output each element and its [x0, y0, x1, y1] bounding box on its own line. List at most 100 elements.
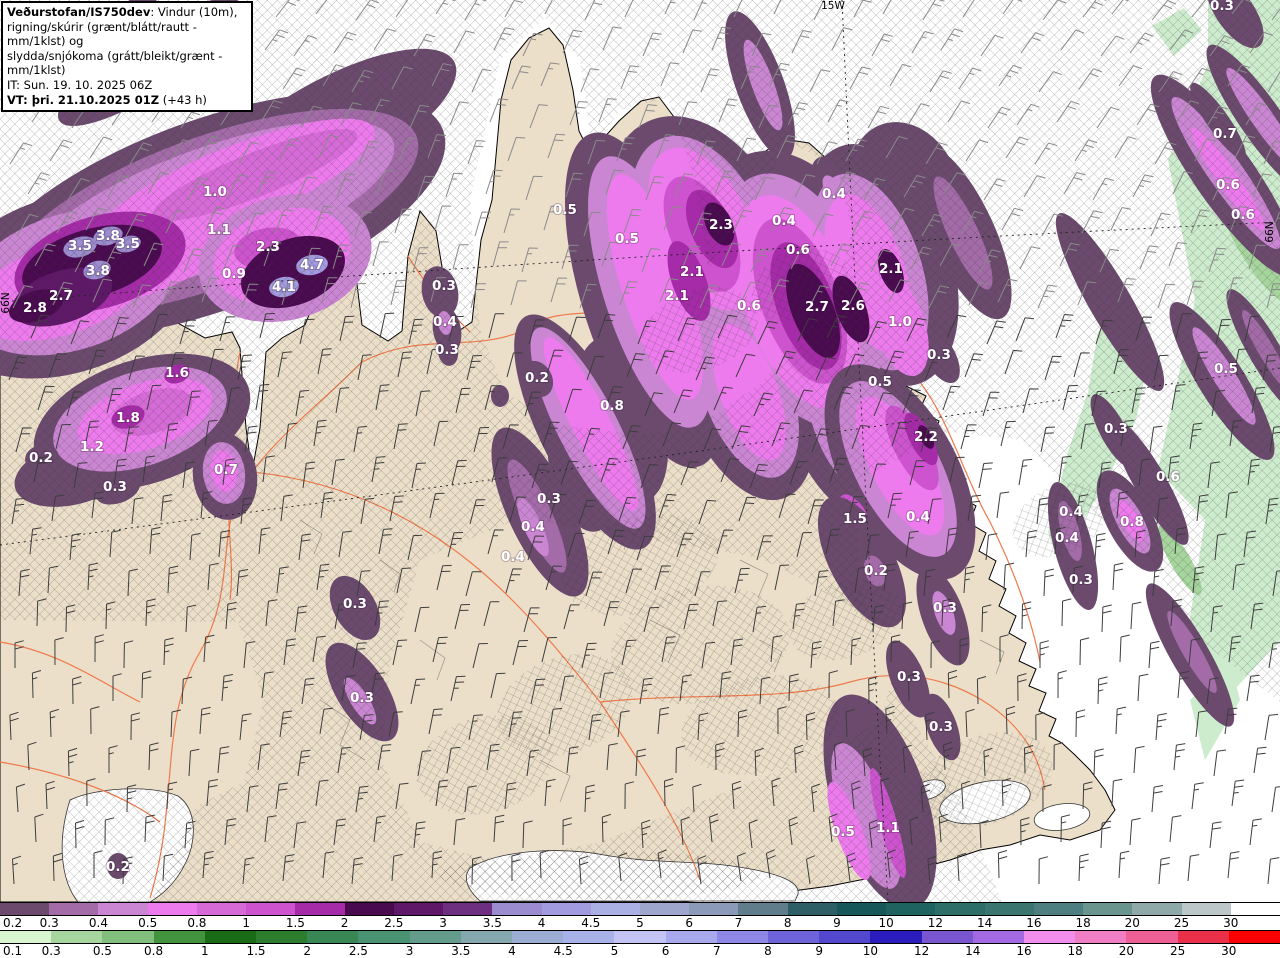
precip-value-label: 0.3: [537, 491, 561, 507]
colorbar-cell: [492, 903, 543, 915]
precip-value-label: 4.7: [300, 257, 324, 273]
colorbar-tick-label: 0.1: [3, 944, 23, 958]
precip-value-label: 0.6: [1216, 177, 1240, 193]
precip-value-label: 0.3: [1104, 421, 1128, 437]
colorbar-tick-label: 0.3: [39, 916, 59, 930]
colorbar-cell: [1075, 931, 1128, 943]
colorbar-tick-label: 12: [927, 916, 944, 930]
precip-value-label: 2.8: [23, 300, 47, 316]
colorbar-cell: [921, 931, 974, 943]
colorbar-cell: [147, 903, 198, 915]
colorbar-cell: [1126, 931, 1179, 943]
precip-value-label: 0.2: [864, 563, 888, 579]
colorbar-tick-label: 8: [783, 916, 792, 930]
colorbar-cell: [590, 903, 641, 915]
colorbar-cell: [344, 903, 395, 915]
precip-value-label: 0.4: [521, 519, 545, 535]
precip-value-label: 0.4: [433, 314, 457, 330]
precip-value-label: 1.2: [80, 439, 104, 455]
colorbar-cell: [295, 903, 346, 915]
colorbar-tick-label: 4.5: [553, 944, 573, 958]
colorbar-tick-label: 2.5: [348, 944, 368, 958]
colorbar-sleet-snow-labels: 0.2 0.3 0.4 0.5 0.8 1 1.5 2 2.5 3 3.5 4 4.5 5 6 7 8 9 10 12…: [0, 916, 1280, 930]
precip-value-label: 0.2: [106, 859, 130, 875]
graticule-label: 66N: [0, 292, 12, 313]
colorbar-cell: [870, 931, 923, 943]
colorbar-tick-label: 18: [1067, 944, 1083, 958]
colorbar-cell: [204, 931, 257, 943]
precip-value-label: 0.5: [553, 202, 577, 218]
precip-value-label: 0.3: [933, 600, 957, 616]
graticule-label: 66N: [1264, 221, 1276, 242]
colorbar-tick-label: 0.8: [187, 916, 207, 930]
precip-value-label: 0.4: [501, 549, 525, 565]
colorbar-tick-label: 9: [815, 944, 824, 958]
precip-value-label: 4.1: [272, 279, 296, 295]
colorbar-tick-label: 6: [661, 944, 670, 958]
colorbar-cell: [102, 931, 155, 943]
colorbar-tick-label: 16: [1026, 916, 1042, 930]
colorbar-cell: [984, 903, 1035, 915]
precip-value-label: 0.5: [831, 824, 855, 840]
precip-value-label: 2.1: [680, 264, 704, 280]
colorbar-tick-label: 4.5: [581, 916, 601, 930]
precip-value-label: 0.6: [1156, 469, 1180, 485]
colorbar-cell: [460, 931, 513, 943]
colorbar-cell: [307, 931, 360, 943]
colorbar-tick-label: 3: [405, 944, 414, 958]
colorbar-cell: [819, 931, 872, 943]
colorbar-cell: [1132, 903, 1183, 915]
colorbar-cell: [153, 931, 206, 943]
colorbar-tick-label: 25: [1169, 944, 1186, 958]
colorbar-tick-label: 9: [833, 916, 841, 930]
colorbar-tick-label: 30: [1221, 944, 1237, 958]
precip-value-label: 2.6: [841, 298, 865, 314]
precip-value-label: 1.8: [116, 410, 140, 426]
precip-value-label: 1.0: [888, 314, 912, 330]
precip-value-label: 1.6: [165, 365, 189, 381]
colorbar-rain-labels: 0.1 0.3 0.5 0.8 1 1.5 2 2.5 3 3.5 4 4.5 5 6 7 8 9 10 12 14 1…: [0, 944, 1280, 958]
precip-value-label: 0.3: [343, 596, 367, 612]
colorbar-tick-label: 5: [610, 944, 619, 958]
precip-value-label: 2.7: [805, 299, 829, 315]
colorbar-tick-label: 1: [200, 944, 209, 958]
precip-value-label: 0.6: [786, 242, 810, 258]
colorbar-cell: [640, 903, 691, 915]
precip-value-label: 2.1: [665, 288, 689, 304]
colorbar-cell: [935, 903, 986, 915]
colorbar-tick-label: 3.5: [451, 944, 471, 958]
colorbar-tick-label: 1.5: [285, 916, 305, 930]
precip-value-label: 0.3: [1210, 0, 1234, 14]
precip-value-label: 3.5: [116, 236, 140, 252]
graticule-label: 15W: [821, 0, 845, 12]
title-line-3: slydda/snjókoma (grátt/bleikt/grænt - mm…: [7, 48, 223, 78]
colorbar-cell: [393, 903, 445, 915]
title-line-4: IT: Sun. 19. 10. 2025 06Z: [7, 77, 153, 92]
title-box: Veðurstofan/IS750dev: Vindur (10m), rign…: [1, 1, 253, 113]
colorbar-cell: [787, 903, 838, 915]
colorbar-tick-label: 7: [712, 944, 721, 958]
colorbar-tick-label: 7: [734, 916, 743, 930]
precip-value-label: 2.3: [256, 239, 280, 255]
precip-value-label: 0.3: [432, 278, 456, 294]
colorbar-tick-label: 4: [508, 944, 516, 958]
colorbar-cell: [49, 903, 100, 915]
colorbar-cell: [1024, 931, 1077, 943]
precip-value-label: 1.5: [843, 511, 867, 527]
precip-value-label: 2.7: [49, 288, 73, 304]
precip-value-label: 2.1: [879, 261, 903, 277]
colorbar-tick-label: 0.3: [41, 944, 61, 958]
precip-value-label: 0.4: [772, 213, 796, 229]
title-line-2: rigning/skúrir (grænt/blátt/rautt - mm/1…: [7, 19, 197, 49]
colorbar-tick-label: 14: [965, 944, 981, 958]
precip-value-label: 0.4: [1055, 530, 1079, 546]
precip-value-label: 0.3: [350, 690, 374, 706]
precip-value-label: 0.7: [214, 462, 238, 478]
precip-value-label: 0.6: [737, 298, 761, 314]
precip-value-label: 1.0: [203, 184, 227, 200]
colorbar-cell: [1033, 903, 1085, 915]
colorbar-tick-label: 4: [537, 916, 546, 930]
colorbar-cell: [886, 903, 937, 915]
precip-value-label: 3.8: [86, 263, 110, 279]
precip-value-label: 0.5: [615, 231, 639, 247]
